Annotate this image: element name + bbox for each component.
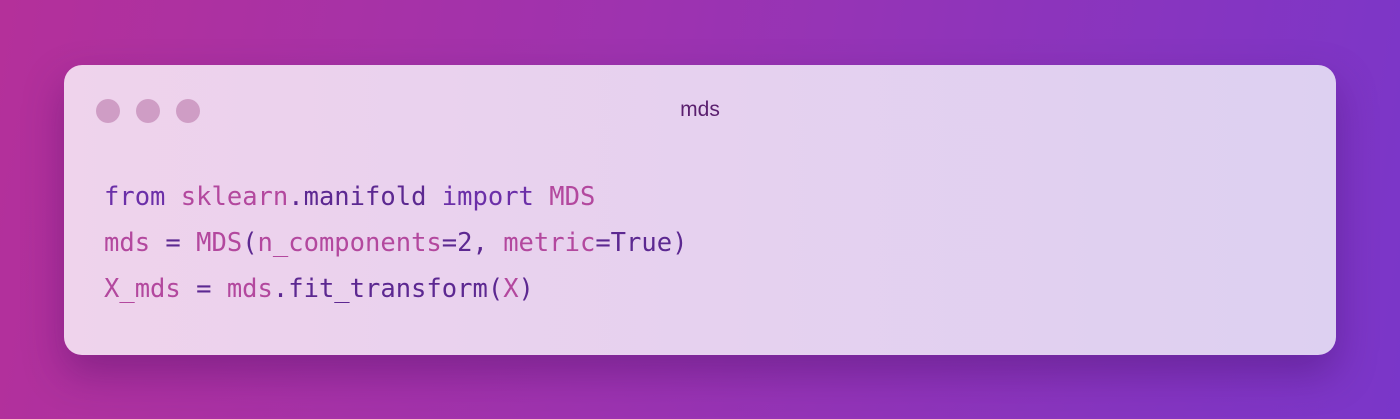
code-token: .fit_transform(: [272, 274, 504, 304]
code-token: X: [503, 274, 519, 304]
code-token: MDS: [549, 182, 596, 212]
code-token: .manifold: [288, 182, 442, 212]
code-token: =: [180, 274, 227, 304]
code-token: n_components: [257, 228, 442, 258]
code-token: (: [242, 228, 258, 258]
code-token: import: [441, 182, 534, 212]
code-token: sklearn: [180, 182, 289, 212]
code-token: MDS: [196, 228, 243, 258]
code-token: mds: [104, 228, 151, 258]
code-line: X_mds = mds.fit_transform(X): [104, 266, 687, 312]
code-line: from sklearn.manifold import MDS: [104, 174, 687, 220]
window-title: mds: [680, 98, 720, 121]
code-token: from: [104, 182, 166, 212]
code-token: metric: [503, 228, 596, 258]
code-token: =: [150, 228, 197, 258]
code-token: mds: [226, 274, 273, 304]
code-token: =2,: [441, 228, 504, 258]
code-block: from sklearn.manifold import MDS mds = MD…: [104, 174, 687, 312]
code-line: mds = MDS(n_components=2, metric=True): [104, 220, 687, 266]
code-token: X_mds: [104, 274, 181, 304]
code-token: ): [518, 274, 534, 304]
code-token: =True): [595, 228, 688, 258]
